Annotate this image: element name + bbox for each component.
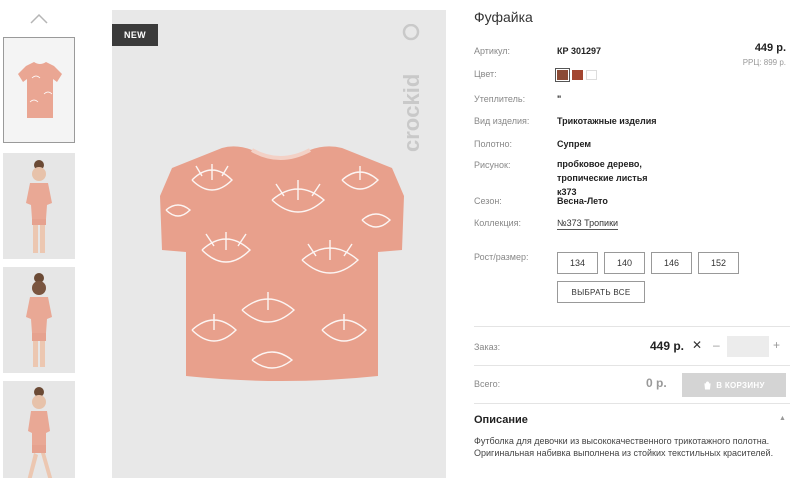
description-text: Футболка для девочки из высококачественн… [474,436,774,458]
thumbnail-1[interactable] [3,37,75,143]
add-to-cart-button[interactable]: В КОРЗИНУ [682,373,786,397]
order-price: 449 р. [650,339,685,353]
shirt-image [160,146,404,381]
total-label: Всего: [474,379,501,389]
collapse-description-icon[interactable]: ▲ [779,415,786,422]
pattern-label: Рисунок: [474,160,511,170]
insulation-label: Утеплитель: [474,94,526,104]
color-swatch-3[interactable] [586,70,597,80]
brand-logo: crockid [399,24,424,152]
thumbnail-model-side-image [3,381,75,478]
sku-value: КР 301297 [557,46,602,56]
quantity-input[interactable] [727,336,769,357]
divider [474,365,790,366]
insulation-value: " [557,94,562,104]
increase-quantity-button[interactable]: + [773,338,780,352]
color-label: Цвет: [474,69,497,79]
color-swatch-2[interactable] [572,70,583,80]
season-value: Весна-Лето [557,196,608,206]
order-label: Заказ: [474,342,501,352]
sku-label: Артикул: [474,46,511,56]
total-value: 0 р. [646,376,667,390]
chevron-up-icon [30,13,48,24]
pattern-value: пробковое дерево, тропические листья к37… [557,159,648,197]
product-type-label: Вид изделия: [474,116,530,126]
size-button-152[interactable]: 152 [698,252,739,274]
size-label: Рост/размер: [474,252,529,262]
thumbnail-3[interactable] [3,267,75,373]
thumbnail-2[interactable] [3,153,75,259]
divider [474,403,790,404]
thumbnail-model-back-image [3,267,75,373]
color-swatch-1[interactable] [555,68,570,82]
cart-icon [704,381,711,389]
new-badge: NEW [112,24,158,46]
size-button-134[interactable]: 134 [557,252,598,274]
collection-label: Коллекция: [474,218,522,228]
select-all-sizes-button[interactable]: ВЫБРАТЬ ВСЕ [557,281,645,303]
collection-link[interactable]: №373 Тропики [557,218,619,230]
thumbnail-model-front-image [3,153,75,259]
collection-value-wrap: №373 Тропики [557,216,619,230]
size-button-140[interactable]: 140 [604,252,645,274]
add-to-cart-label: В КОРЗИНУ [716,380,765,390]
description-title: Описание [474,414,528,426]
main-product-image[interactable]: NEW crockid [112,10,446,478]
thumbnail-4[interactable] [3,381,75,478]
size-button-146[interactable]: 146 [651,252,692,274]
fabric-value: Супрем [557,139,591,149]
thumbnails-up-button[interactable] [28,10,50,28]
divider [474,326,790,327]
season-label: Сезон: [474,196,502,206]
product-title: Фуфайка [474,9,533,25]
recommended-price: РРЦ: 899 р. [742,58,786,67]
product-price: 449 р. [754,42,786,54]
multiply-icon: ✕ [692,338,703,352]
thumbnail-shirt-image [4,38,74,142]
fabric-label: Полотно: [474,139,513,149]
decrease-quantity-button[interactable]: – [713,338,720,352]
product-type-value: Трикотажные изделия [557,116,657,126]
